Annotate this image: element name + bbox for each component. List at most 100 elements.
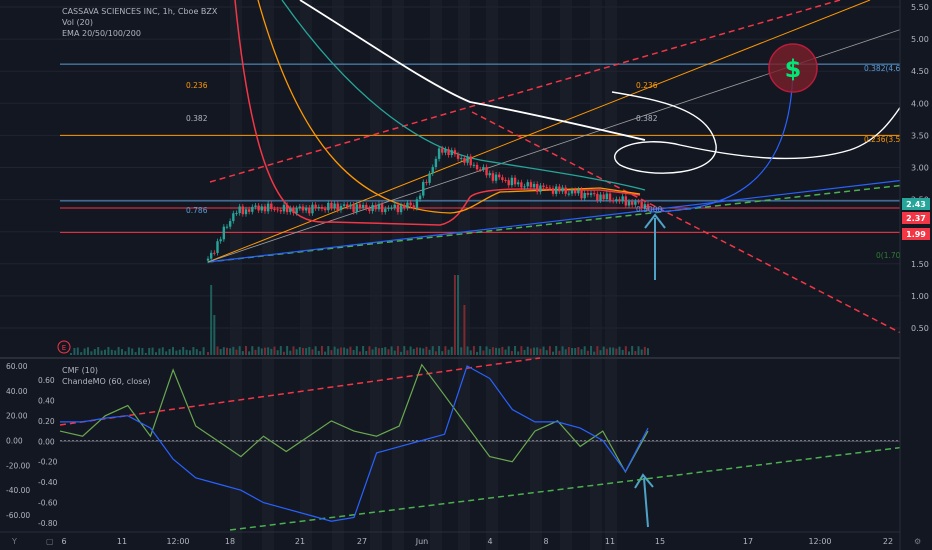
volume-bar	[412, 348, 415, 355]
fib-label[interactable]: 0.5000	[636, 205, 662, 214]
volume-bar	[491, 347, 494, 355]
price-tick-label: 0.50	[911, 324, 929, 333]
volume-bar	[548, 346, 551, 355]
volume-bar	[463, 305, 466, 355]
volume-bar	[141, 347, 144, 355]
volume-bar	[182, 347, 185, 355]
volume-bar	[571, 348, 574, 355]
fib-label[interactable]: 0.382	[186, 114, 208, 123]
volume-bar	[327, 346, 330, 355]
session-band	[262, 0, 274, 550]
volume-bar	[590, 346, 593, 355]
fib-label[interactable]: 0(1.70)	[876, 251, 903, 260]
ema-label[interactable]: EMA 20/50/100/200	[62, 28, 217, 39]
volume-bar	[381, 347, 384, 355]
time-tick-label: 12:00	[808, 537, 831, 546]
time-tick-label: 4	[487, 537, 492, 546]
candle-body	[384, 208, 387, 213]
volume-bar	[447, 349, 450, 355]
volume-bar	[545, 350, 548, 355]
cmf-label[interactable]: CMF (10)	[62, 365, 150, 376]
right-tick-label: -0.40	[38, 478, 58, 487]
volume-bar	[583, 346, 586, 355]
candle-body	[602, 194, 605, 200]
volume-bar	[567, 347, 570, 355]
candle-body	[453, 150, 457, 155]
volume-bar	[355, 346, 358, 355]
volume-bar	[124, 351, 127, 355]
volume-label[interactable]: Vol (20)	[62, 17, 217, 28]
session-band	[530, 0, 542, 550]
left-tick-label: 0.00	[6, 437, 23, 446]
volume-bar	[267, 347, 270, 355]
candle-body	[368, 208, 371, 212]
volume-bar	[631, 346, 634, 355]
candle-body	[225, 226, 229, 228]
volume-bar	[232, 346, 235, 355]
volume-bar	[314, 346, 317, 355]
candle-body	[358, 204, 362, 208]
volume-bar	[216, 346, 219, 355]
candle-body	[507, 180, 510, 186]
volume-bar	[460, 347, 463, 355]
candle-body	[206, 258, 210, 261]
volume-bar	[185, 349, 188, 355]
candle-body	[545, 187, 548, 189]
volume-bar	[148, 347, 151, 355]
candle-body	[555, 186, 558, 194]
fib-label[interactable]: 0.236	[636, 81, 658, 90]
chart-canvas[interactable]: $ 0.2360.3820.7860.2360.3820.382(4.61)0.…	[0, 0, 932, 550]
volume-bar	[317, 350, 320, 355]
candle-body	[577, 189, 580, 194]
fib-label[interactable]: 0.236	[186, 81, 208, 90]
volume-bar	[536, 347, 539, 355]
time-tick-label: 21	[295, 537, 305, 546]
fib-label[interactable]: 0.786	[186, 206, 208, 215]
earnings-marker-letter: E	[62, 344, 66, 352]
volume-bar	[498, 348, 501, 355]
volume-bar	[244, 346, 247, 355]
price-axis-panel[interactable]	[900, 0, 932, 550]
candle-body	[374, 205, 377, 210]
candle-body	[349, 204, 352, 207]
candle-body	[222, 226, 226, 240]
volume-bar	[472, 346, 475, 355]
candle-body	[630, 201, 634, 205]
candle-body	[586, 192, 590, 195]
candle-body	[599, 194, 602, 201]
volume-bar	[495, 347, 498, 355]
volume-bar	[175, 350, 178, 355]
candle-body	[605, 193, 609, 200]
volume-bar	[621, 349, 624, 355]
volume-bar	[574, 348, 577, 355]
candle-body	[241, 206, 245, 215]
settings-gear-icon[interactable]: ⚙	[914, 537, 921, 546]
candle-body	[618, 199, 621, 202]
volume-bar	[155, 352, 157, 355]
volume-bar	[324, 351, 327, 355]
candle-body	[583, 192, 586, 199]
fib-label[interactable]: 0.382	[636, 114, 658, 123]
candle-body	[235, 213, 238, 215]
time-tick-label: 8	[543, 537, 548, 546]
volume-bar	[428, 349, 431, 355]
chande-label[interactable]: ChandeMO (60, close)	[62, 376, 150, 387]
candle-body	[624, 196, 628, 206]
candle-body	[456, 154, 460, 159]
candle-body	[589, 193, 593, 195]
time-tick-label: 12:00	[166, 537, 189, 546]
candle-body	[573, 190, 577, 194]
volume-bar	[210, 285, 213, 355]
volume-bar	[295, 349, 298, 355]
volume-bar	[599, 350, 602, 355]
left-tick-label: 60.00	[6, 362, 28, 371]
right-tick-label: 0.00	[38, 437, 55, 446]
volume-bar	[276, 350, 279, 355]
symbol-title[interactable]: CASSAVA SCIENCES INC, 1h, Cboe BZX	[62, 6, 217, 17]
log-toggle-icon[interactable]: Y	[11, 537, 17, 546]
session-band	[230, 0, 242, 550]
calendar-icon[interactable]: ▢	[46, 537, 54, 546]
candle-body	[387, 207, 390, 209]
volume-bar	[504, 349, 507, 355]
volume-bar	[73, 347, 76, 355]
